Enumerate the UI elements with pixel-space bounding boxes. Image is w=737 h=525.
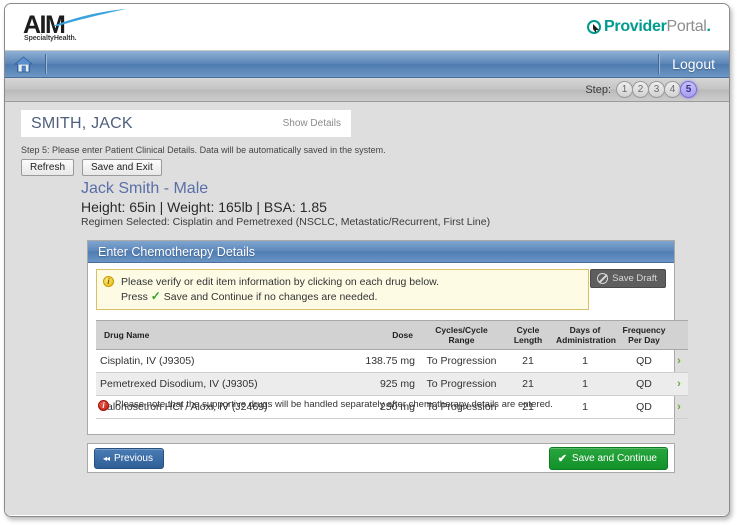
logout-button[interactable]: Logout [660,56,729,72]
patient-name-bar: SMITH, JACK Show Details [21,110,351,137]
main-navigation-bar: Logout [5,51,729,78]
table-row[interactable]: Cisplatin, IV (J9305) 138.75 mg To Progr… [96,350,688,373]
chevron-right-icon: › [677,355,681,367]
patient-name: SMITH, JACK [31,115,283,133]
supportive-drugs-note-text: Please note that the supportive drugs wi… [115,399,553,410]
panel-header-title: Enter Chemotherapy Details [88,241,674,263]
home-button[interactable] [5,51,41,78]
check-icon: ✔ [558,452,567,465]
chevron-right-icon: › [677,401,681,413]
column-frequency-per-day: Frequency Per Day [618,321,670,350]
provider-portal-logo: ProviderPortal. [587,18,711,36]
top-action-buttons: Refresh Save and Exit [21,159,162,176]
drug-table-header-row: Drug Name Dose Cycles/Cycle Range Cycle … [96,321,688,350]
cell-cycles: To Progression [419,350,504,373]
cell-drug-name: Cisplatin, IV (J9305) [96,350,351,373]
cell-cycles: To Progression [419,373,504,396]
column-cycles: Cycles/Cycle Range [419,321,504,350]
cell-days: 1 [552,373,618,396]
column-cycle-length: Cycle Length [504,321,552,350]
cell-days: 1 [552,350,618,373]
chemotherapy-details-panel: Enter Chemotherapy Details i Please veri… [87,240,675,435]
cell-days: 1 [552,396,618,419]
aim-logo: AIM SpecialtyHealth. [23,9,128,47]
verify-alert-box: i Please verify or edit item information… [96,269,589,310]
cell-frequency: QD [618,396,670,419]
save-draft-label: Save Draft [612,273,657,284]
row-expand-chevron-icon[interactable]: › [670,396,688,419]
supportive-drugs-note: i Please note that the supportive drugs … [98,399,553,411]
table-row[interactable]: Pemetrexed Disodium, IV (J9305) 925 mg T… [96,373,688,396]
cell-frequency: QD [618,350,670,373]
drug-table-head: Drug Name Dose Cycles/Cycle Range Cycle … [96,321,688,350]
step-indicator-bar: Step: 1 2 3 4 5 [5,78,729,102]
step-circle-2[interactable]: 2 [632,81,649,98]
info-icon-red: i [98,400,109,411]
cell-dose: 925 mg [351,373,419,396]
previous-button-label: Previous [114,453,153,464]
no-entry-icon [597,273,608,284]
step-circle-5-active[interactable]: 5 [680,81,697,98]
double-left-arrow-icon: ◂◂ [103,454,109,463]
home-icon [14,56,33,73]
save-and-continue-label: Save and Continue [572,453,657,464]
nav-separator [45,54,47,74]
row-expand-chevron-icon[interactable]: › [670,350,688,373]
page-body: SMITH, JACK Show Details Step 5: Please … [5,102,729,515]
step-circle-1[interactable]: 1 [616,81,633,98]
column-dose: Dose [351,321,419,350]
save-draft-button[interactable]: Save Draft [590,269,666,288]
column-arrow [670,321,688,350]
cell-cycle-length: 21 [504,350,552,373]
patient-summary-vitals: Height: 65in | Weight: 165lb | BSA: 1.85 [81,199,490,215]
alert-press-label: Press [121,291,148,303]
refresh-button[interactable]: Refresh [21,159,74,176]
check-icon: ✓ [151,289,161,303]
patient-summary-regimen: Regimen Selected: Cisplatin and Pemetrex… [81,216,490,228]
info-icon-yellow: i [103,276,114,287]
brand-header: AIM SpecialtyHealth. ProviderPortal. [5,4,729,51]
step-instruction-text: Step 5: Please enter Patient Clinical De… [21,145,386,155]
step-label: Step: [585,84,611,96]
footer-button-bar: ◂◂ Previous ✔ Save and Continue [87,443,675,473]
step-circle-3[interactable]: 3 [648,81,665,98]
alert-line-2: Press ✓ Save and Continue if no changes … [121,289,580,304]
alert-line-1: Please verify or edit item information b… [121,275,580,289]
patient-summary: Jack Smith - Male Height: 65in | Weight:… [81,180,490,228]
aim-swoosh-graphic [51,9,127,27]
cell-drug-name: Pemetrexed Disodium, IV (J9305) [96,373,351,396]
panel-inner: i Please verify or edit item information… [88,263,674,419]
provider-portal-dot: . [707,18,711,36]
provider-portal-provider-text: Provider [604,18,667,36]
previous-button[interactable]: ◂◂ Previous [94,448,164,469]
save-and-continue-button[interactable]: ✔ Save and Continue [549,447,668,470]
show-details-link[interactable]: Show Details [283,118,341,129]
provider-portal-portal-text: Portal [667,18,707,36]
save-and-exit-button[interactable]: Save and Exit [82,159,162,176]
cell-cycle-length: 21 [504,373,552,396]
row-expand-chevron-icon[interactable]: › [670,373,688,396]
alert-continue-label: Save and Continue if no changes are need… [164,291,378,303]
provider-portal-mark-icon [587,20,602,35]
step-circle-4[interactable]: 4 [664,81,681,98]
application-window: AIM SpecialtyHealth. ProviderPortal. [4,3,730,517]
column-days-of-administration: Days of Administration [552,321,618,350]
patient-summary-title: Jack Smith - Male [81,180,490,198]
chevron-right-icon: › [677,378,681,390]
column-drug-name: Drug Name [96,321,351,350]
aim-logo-subtitle: SpecialtyHealth. [24,35,76,42]
cell-frequency: QD [618,373,670,396]
cell-dose: 138.75 mg [351,350,419,373]
